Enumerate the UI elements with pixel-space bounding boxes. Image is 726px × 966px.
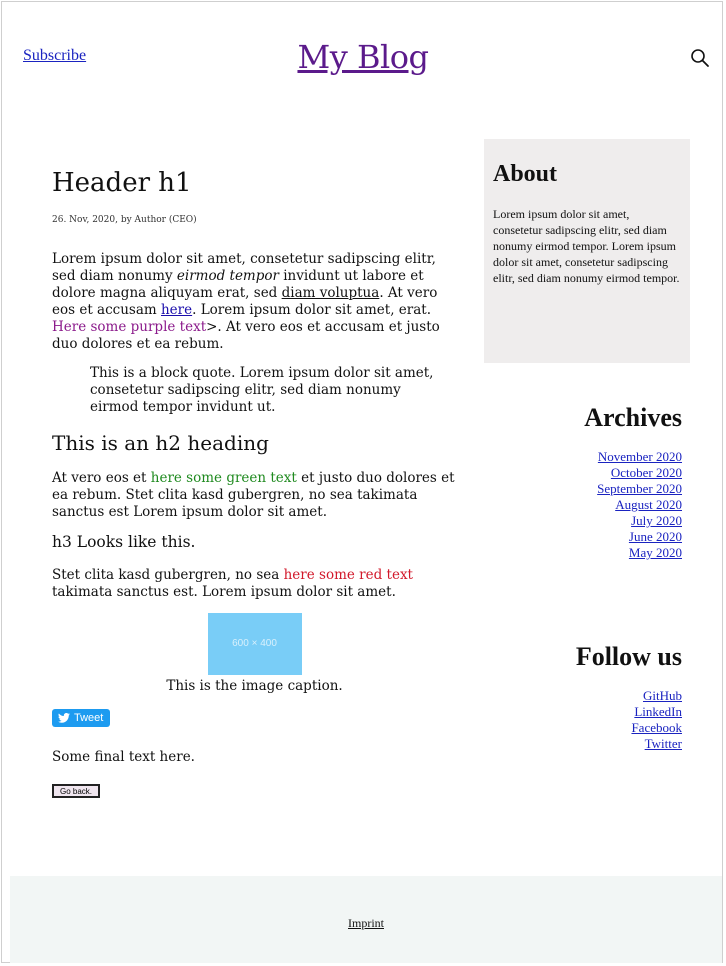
archives-list: November 2020 October 2020 September 202… <box>484 449 682 561</box>
italic-text: eirmod tempor <box>176 268 279 284</box>
follow-list: GitHub LinkedIn Facebook Twitter <box>484 688 682 752</box>
list-item: GitHub <box>484 688 682 704</box>
final-text: Some final text here. <box>52 749 195 765</box>
go-back-button[interactable]: Go back. <box>52 784 101 798</box>
text: At vero eos et <box>52 470 151 486</box>
archive-link[interactable]: November 2020 <box>598 449 682 464</box>
archive-link[interactable]: September 2020 <box>597 481 682 496</box>
list-item: September 2020 <box>484 481 682 497</box>
archive-link[interactable]: May 2020 <box>629 545 682 560</box>
blog-title-link[interactable]: My Blog <box>297 38 429 76</box>
red-text: here some red text <box>283 567 413 583</box>
list-item: May 2020 <box>484 545 682 561</box>
archive-link[interactable]: June 2020 <box>629 529 682 544</box>
image-caption: This is the image caption. <box>166 678 343 694</box>
list-item: Facebook <box>484 720 682 736</box>
about-text: Lorem ipsum dolor sit amet, consetetur s… <box>493 207 680 285</box>
search-icon[interactable] <box>690 48 710 68</box>
archive-link[interactable]: October 2020 <box>611 465 682 480</box>
list-item: LinkedIn <box>484 704 682 720</box>
list-item: July 2020 <box>484 513 682 529</box>
post-title: Header h1 <box>52 168 192 198</box>
archives-heading: Archives <box>584 403 682 432</box>
archive-link[interactable]: July 2020 <box>631 513 682 528</box>
paragraph-1: Lorem ipsum dolor sit amet, consetetur s… <box>52 251 457 353</box>
here-link[interactable]: here <box>161 302 192 318</box>
post-content: Header h1 26. Nov, 2020, by Author (CEO)… <box>52 160 457 799</box>
post-meta: 26. Nov, 2020, by Author (CEO) <box>52 215 197 225</box>
image-figure: 600 × 400 This is the image caption. <box>52 613 457 695</box>
paragraph-2: At vero eos et here some green text et j… <box>52 470 457 521</box>
imprint-link[interactable]: Imprint <box>10 916 722 931</box>
paragraph-3: Stet clita kasd gubergren, no sea here s… <box>52 567 457 601</box>
about-heading: About <box>493 161 558 187</box>
text: . Lorem ipsum dolor sit amet, erat. <box>192 302 431 318</box>
list-item: June 2020 <box>484 529 682 545</box>
linkedin-link[interactable]: LinkedIn <box>634 704 682 719</box>
image-placeholder: 600 × 400 <box>207 613 302 675</box>
tweet-label: Tweet <box>74 712 104 724</box>
follow-section: Follow us GitHub LinkedIn Facebook Twitt… <box>484 642 682 752</box>
list-item: October 2020 <box>484 465 682 481</box>
footer: Imprint <box>10 876 722 963</box>
blockquote: This is a block quote. Lorem ipsum dolor… <box>90 365 434 415</box>
tweet-button[interactable]: Tweet <box>52 709 111 727</box>
green-text: here some green text <box>150 470 297 486</box>
underlined-text: diam voluptua <box>281 285 380 301</box>
text: Stet clita kasd gubergren, no sea <box>52 567 284 583</box>
twitter-bird-icon <box>58 713 70 723</box>
text: takimata sanctus est. Lorem ipsum dolor … <box>52 584 396 600</box>
github-link[interactable]: GitHub <box>643 688 682 703</box>
archives-section: Archives November 2020 October 2020 Sept… <box>484 403 682 561</box>
facebook-link[interactable]: Facebook <box>631 720 682 735</box>
h3-heading: h3 Looks like this. <box>52 533 196 551</box>
list-item: November 2020 <box>484 449 682 465</box>
list-item: August 2020 <box>484 497 682 513</box>
about-box: About Lorem ipsum dolor sit amet, conset… <box>484 139 690 363</box>
h2-heading: This is an h2 heading <box>52 431 269 455</box>
blog-title: My Blog <box>0 38 726 76</box>
purple-text: Here some purple text <box>52 319 207 335</box>
follow-heading: Follow us <box>575 642 682 671</box>
archive-link[interactable]: August 2020 <box>615 497 682 512</box>
twitter-link[interactable]: Twitter <box>645 736 682 751</box>
list-item: Twitter <box>484 736 682 752</box>
